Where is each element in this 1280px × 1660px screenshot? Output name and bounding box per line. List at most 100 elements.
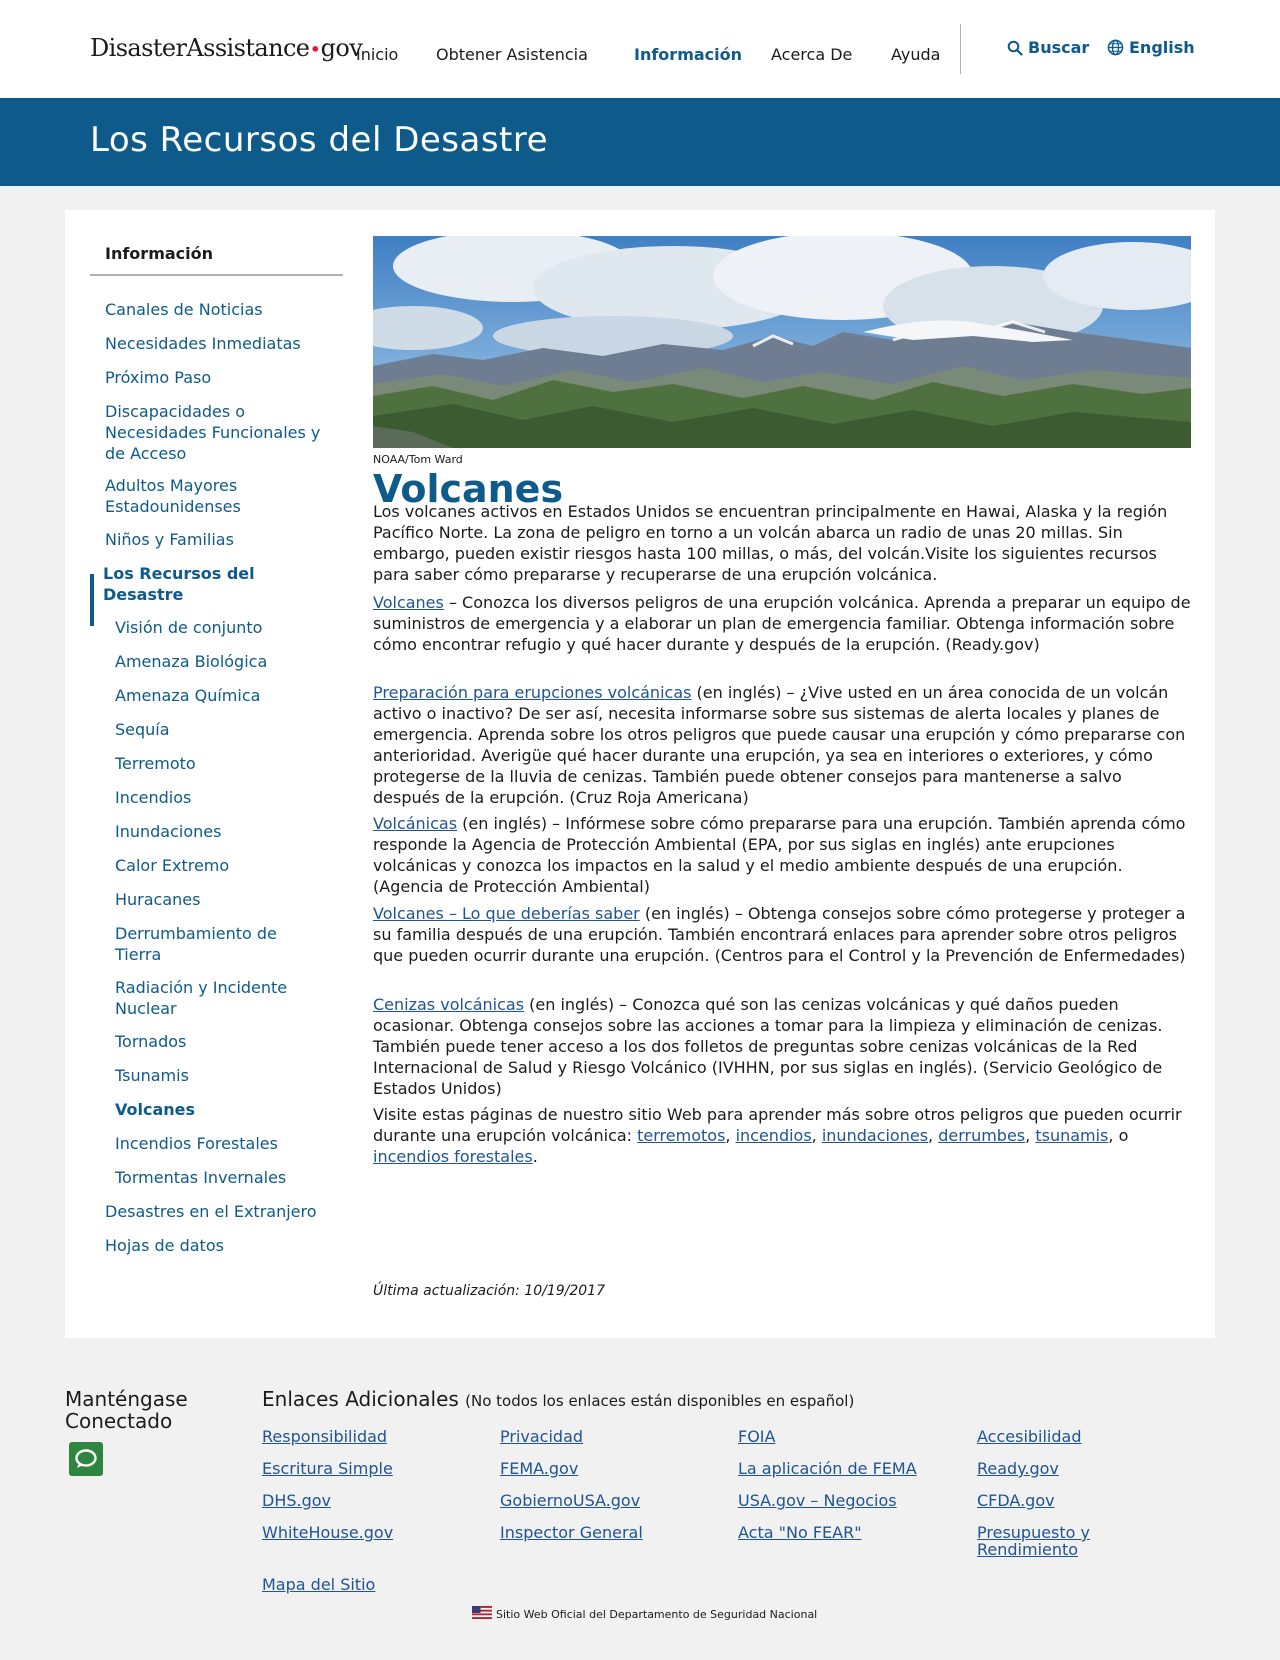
sidebar-subitem-vision-de-conjunto[interactable]: Visión de conjunto	[115, 617, 315, 638]
logo-main-text: DisasterAssistance	[90, 34, 310, 62]
sidebar-subitem-amenaza-quimica[interactable]: Amenaza Química	[115, 685, 315, 706]
sidebar-item-desastres-extranjero[interactable]: Desastres en el Extranjero	[105, 1201, 335, 1222]
closing-sep: ,	[1025, 1126, 1031, 1145]
banner-title: Los Recursos del Desastre	[90, 120, 549, 160]
footer-link-privacidad[interactable]: Privacidad	[500, 1428, 700, 1445]
footer-link-foia[interactable]: FOIA	[738, 1428, 938, 1445]
nav-acerca-de[interactable]: Acerca De	[771, 45, 852, 64]
page-banner: Los Recursos del Desastre	[0, 98, 1280, 186]
sidebar-subitem-tornados[interactable]: Tornados	[115, 1031, 315, 1052]
resource-paragraph-epa: Volcánicas (en inglés) – Infórmese sobre…	[373, 813, 1193, 897]
sidebar-item-adultos-mayores[interactable]: Adultos Mayores Estadounidenses	[105, 475, 335, 517]
footer-link-fema[interactable]: FEMA.gov	[500, 1460, 700, 1477]
closing-sep: ,	[928, 1126, 939, 1145]
closing-sep: ,	[725, 1126, 736, 1145]
closing-paragraph: Visite estas páginas de nuestro sitio We…	[373, 1104, 1193, 1167]
footer-link-gobiernousa[interactable]: GobiernoUSA.gov	[500, 1492, 700, 1509]
nav-informacion[interactable]: Información	[634, 45, 742, 64]
sidebar-divider	[90, 274, 343, 276]
footer-link-ready[interactable]: Ready.gov	[977, 1460, 1177, 1477]
footer-link-no-fear[interactable]: Acta "No FEAR"	[738, 1524, 938, 1541]
sidebar-title: Información	[105, 244, 214, 263]
sidebar-item-ninos-y-familias[interactable]: Niños y Familias	[105, 529, 335, 550]
chat-icon[interactable]	[69, 1442, 103, 1476]
sidebar-subitem-tormentas-invernales[interactable]: Tormentas Invernales	[115, 1167, 315, 1188]
sidebar-active-marker	[90, 574, 94, 626]
sidebar-subitem-radiacion[interactable]: Radiación y Incidente Nuclear	[115, 977, 295, 1019]
footer-link-usa-negocios[interactable]: USA.gov – Negocios	[738, 1492, 938, 1509]
resource-paragraph-cruz-roja: Preparación para erupciones volcánicas (…	[373, 682, 1193, 808]
official-site-notice: Sitio Web Oficial del Departamento de Se…	[472, 1606, 817, 1622]
globe-icon	[1107, 39, 1124, 56]
sidebar-item-canales-de-noticias[interactable]: Canales de Noticias	[105, 299, 335, 320]
official-site-text: Sitio Web Oficial del Departamento de Se…	[496, 1607, 818, 1621]
intro-paragraph: Los volcanes activos en Estados Unidos s…	[373, 502, 1168, 584]
main-content-card: Información Canales de Noticias Necesida…	[65, 210, 1215, 1338]
sidebar-item-necesidades-inmediatas[interactable]: Necesidades Inmediatas	[105, 333, 335, 354]
resource-link-cenizas[interactable]: Cenizas volcánicas	[373, 995, 524, 1014]
footer-link-dhs[interactable]: DHS.gov	[262, 1492, 462, 1509]
footer-link-accesibilidad[interactable]: Accesibilidad	[977, 1428, 1177, 1445]
language-toggle[interactable]: English	[1107, 38, 1195, 57]
additional-links-note: (No todos los enlaces están disponibles …	[465, 1392, 855, 1410]
nav-divider	[960, 24, 961, 74]
nav-ayuda[interactable]: Ayuda	[891, 45, 940, 64]
resource-paragraph-ready: Volcanes – Conozca los diversos peligros…	[373, 592, 1193, 655]
additional-links-heading: Enlaces Adicionales (No todos los enlace…	[262, 1387, 854, 1411]
closing-sep: , o	[1108, 1126, 1129, 1145]
sidebar-subitem-derrumbamiento[interactable]: Derrumbamiento de Tierra	[115, 923, 295, 965]
closing-link-incendios-forestales[interactable]: incendios forestales	[373, 1147, 533, 1166]
closing-sep: ,	[811, 1126, 822, 1145]
sidebar-subitem-huracanes[interactable]: Huracanes	[115, 889, 315, 910]
sidebar-subitem-inundaciones[interactable]: Inundaciones	[115, 821, 315, 842]
sidebar-subitem-volcanes[interactable]: Volcanes	[115, 1099, 315, 1120]
closing-link-tsunamis[interactable]: tsunamis	[1035, 1126, 1108, 1145]
nav-obtener-asistencia[interactable]: Obtener Asistencia	[436, 45, 588, 64]
closing-link-derrumbes[interactable]: derrumbes	[938, 1126, 1025, 1145]
resource-link-preparacion[interactable]: Preparación para erupciones volcánicas	[373, 683, 691, 702]
closing-sep: .	[532, 1147, 538, 1166]
language-label: English	[1129, 38, 1195, 57]
us-flag-icon	[472, 1606, 492, 1622]
sidebar-subitem-tsunamis[interactable]: Tsunamis	[115, 1065, 315, 1086]
resource-link-lo-que-deberias-saber[interactable]: Volcanes – Lo que deberías saber	[373, 904, 640, 923]
closing-link-incendios[interactable]: incendios	[736, 1126, 812, 1145]
nav-inicio[interactable]: Inicio	[356, 45, 398, 64]
resource-text-volcanicas: (en inglés) – Infórmese sobre cómo prepa…	[373, 814, 1186, 896]
resource-text-volcanes: – Conozca los diversos peligros de una e…	[373, 593, 1191, 654]
last-updated: Última actualización: 10/19/2017	[373, 1283, 605, 1299]
resource-link-volcanes[interactable]: Volcanes	[373, 593, 444, 612]
footer-link-presupuesto[interactable]: Presupuesto y Rendimiento	[977, 1524, 1117, 1558]
footer-link-cfda[interactable]: CFDA.gov	[977, 1492, 1177, 1509]
site-header: DisasterAssistance•gov Inicio Obtener As…	[0, 0, 1280, 98]
sidebar-subitem-incendios[interactable]: Incendios	[115, 787, 315, 808]
sidebar-item-hojas-de-datos[interactable]: Hojas de datos	[105, 1235, 335, 1256]
hero-image-volcano	[373, 236, 1191, 448]
footer-link-inspector-general[interactable]: Inspector General	[500, 1524, 700, 1541]
sidebar-item-recursos-del-desastre[interactable]: Los Recursos del Desastre	[103, 563, 293, 605]
sidebar-subitem-amenaza-biologica[interactable]: Amenaza Biológica	[115, 651, 315, 672]
closing-link-terremotos[interactable]: terremotos	[637, 1126, 725, 1145]
additional-links-title: Enlaces Adicionales	[262, 1387, 459, 1411]
resource-paragraph-cdc: Volcanes – Lo que deberías saber (en ing…	[373, 903, 1193, 966]
search-label: Buscar	[1028, 38, 1090, 57]
image-credit: NOAA/Tom Ward	[373, 453, 463, 466]
search-icon	[1007, 40, 1023, 56]
sidebar-subitem-sequia[interactable]: Sequía	[115, 719, 315, 740]
footer-link-responsibilidad[interactable]: Responsibilidad	[262, 1428, 462, 1445]
footer-link-fema-app[interactable]: La aplicación de FEMA	[738, 1460, 938, 1477]
resource-link-volcanicas[interactable]: Volcánicas	[373, 814, 457, 833]
logo-dot: •	[309, 37, 321, 61]
sidebar-item-proximo-paso[interactable]: Próximo Paso	[105, 367, 335, 388]
search-button[interactable]: Buscar	[1007, 38, 1089, 57]
site-logo[interactable]: DisasterAssistance•gov	[90, 34, 363, 62]
resource-paragraph-usgs: Cenizas volcánicas (en inglés) – Conozca…	[373, 994, 1193, 1099]
footer-link-mapa-del-sitio[interactable]: Mapa del Sitio	[262, 1576, 462, 1593]
footer-link-escritura-simple[interactable]: Escritura Simple	[262, 1460, 462, 1477]
sidebar-subitem-terremoto[interactable]: Terremoto	[115, 753, 315, 774]
sidebar-subitem-calor-extremo[interactable]: Calor Extremo	[115, 855, 315, 876]
sidebar-subitem-incendios-forestales[interactable]: Incendios Forestales	[115, 1133, 315, 1154]
closing-link-inundaciones[interactable]: inundaciones	[822, 1126, 928, 1145]
sidebar-item-discapacidades[interactable]: Discapacidades o Necesidades Funcionales…	[105, 401, 335, 464]
footer-link-whitehouse[interactable]: WhiteHouse.gov	[262, 1524, 462, 1541]
